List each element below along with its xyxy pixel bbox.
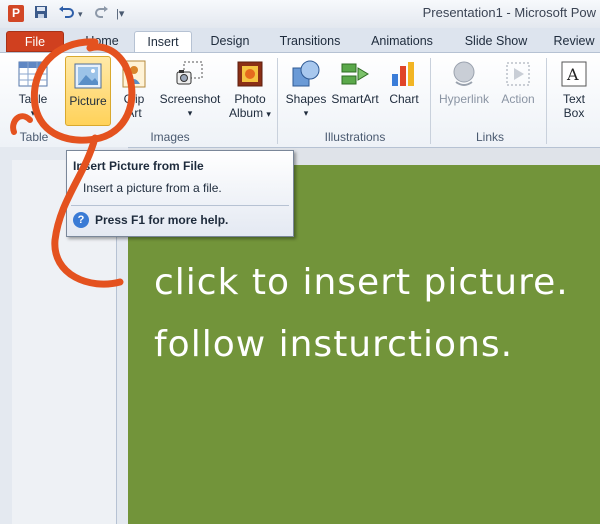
chart-button[interactable]: Chart (384, 58, 424, 106)
undo-dropdown-icon[interactable]: ▾ (78, 5, 83, 23)
tab-animations[interactable]: Animations (362, 31, 442, 52)
screenshot-icon (174, 58, 206, 90)
photo-album-button[interactable]: Photo Album ▾ (228, 58, 272, 121)
ribbon-separator (277, 58, 278, 144)
action-icon (502, 58, 534, 90)
text-box-label-line2: Box (563, 106, 585, 120)
screenshot-label: Screenshot (159, 92, 221, 106)
shapes-label: Shapes (285, 92, 327, 106)
svg-text:A: A (566, 65, 579, 84)
shapes-button[interactable]: Shapes ▾ (284, 58, 328, 120)
window-title: Presentation1 - Microsoft Pow (422, 5, 596, 20)
redo-icon[interactable] (95, 5, 109, 23)
picture-button[interactable]: Picture (65, 56, 111, 126)
tab-home[interactable]: Home (78, 31, 126, 52)
picture-label: Picture (69, 94, 107, 108)
help-icon: ? (73, 212, 89, 228)
tab-design[interactable]: Design (200, 31, 260, 52)
table-button[interactable]: Table ▾ (14, 58, 52, 120)
group-label-images: Images (150, 130, 190, 144)
clip-art-label-line1: Clip (123, 92, 145, 106)
shapes-icon (290, 58, 322, 90)
photo-album-label-line1: Photo (234, 92, 266, 106)
action-label: Action (501, 92, 535, 106)
ribbon-separator (546, 58, 547, 144)
undo-icon[interactable] (58, 5, 74, 23)
photo-album-dropdown-arrow: ▾ (266, 109, 271, 119)
action-button[interactable]: Action (496, 58, 540, 106)
save-icon[interactable] (34, 5, 48, 23)
group-label-illustrations: Illustrations (324, 130, 386, 144)
screenshot-dropdown-arrow: ▾ (187, 108, 193, 118)
hyperlink-icon (448, 58, 480, 90)
tooltip-divider (71, 205, 289, 206)
hyperlink-label: Hyperlink (438, 92, 489, 106)
smartart-icon (339, 58, 371, 90)
clip-art-button[interactable]: Clip Art (118, 58, 150, 120)
photo-album-label-line2-row: Album ▾ (228, 106, 272, 121)
tab-slide-show[interactable]: Slide Show (456, 31, 536, 52)
tooltip-body: Insert a picture from a file. (83, 181, 222, 195)
group-label-links: Links (475, 130, 504, 144)
table-dropdown-arrow: ▾ (30, 108, 36, 118)
tab-insert[interactable]: Insert (134, 31, 192, 53)
chart-label: Chart (389, 92, 419, 106)
text-box-button[interactable]: A Text Box (554, 58, 594, 120)
text-box-icon: A (558, 58, 590, 90)
tab-file[interactable]: File (6, 31, 64, 52)
slide-text-line2: follow insturctions. (154, 324, 514, 365)
photo-album-icon (234, 58, 266, 90)
clip-art-icon (121, 58, 147, 90)
table-label: Table (18, 92, 48, 106)
clip-art-label-line2: Art (126, 106, 142, 120)
screenshot-button[interactable]: Screenshot ▾ (156, 58, 224, 120)
picture-tooltip: Insert Picture from File Insert a pictur… (66, 150, 294, 237)
ribbon-tabs: File Home Insert Design Transitions Anim… (0, 28, 600, 53)
tab-review[interactable]: Review (548, 31, 600, 52)
ribbon-separator (430, 58, 431, 144)
title-bar: P ▾ |▾ Presentation1 - Microsoft Pow (0, 0, 600, 29)
tooltip-help-text: Press F1 for more help. (95, 213, 229, 227)
chart-icon (388, 58, 420, 90)
powerpoint-app-icon[interactable]: P (8, 5, 24, 22)
tooltip-title: Insert Picture from File (73, 159, 204, 173)
photo-album-label-line2: Album (229, 106, 264, 120)
text-box-label-line1: Text (562, 92, 585, 106)
group-label-tables: Table (19, 130, 49, 144)
hyperlink-button[interactable]: Hyperlink (436, 58, 492, 106)
slide-text-line1: click to insert picture. (154, 262, 569, 303)
customize-quick-access-icon[interactable]: |▾ (116, 5, 124, 23)
shapes-dropdown-arrow: ▾ (303, 108, 309, 118)
picture-icon (72, 60, 104, 92)
smartart-button[interactable]: SmartArt (330, 58, 380, 106)
table-icon (17, 58, 49, 90)
tab-transitions[interactable]: Transitions (270, 31, 350, 52)
smartart-label: SmartArt (331, 92, 379, 106)
